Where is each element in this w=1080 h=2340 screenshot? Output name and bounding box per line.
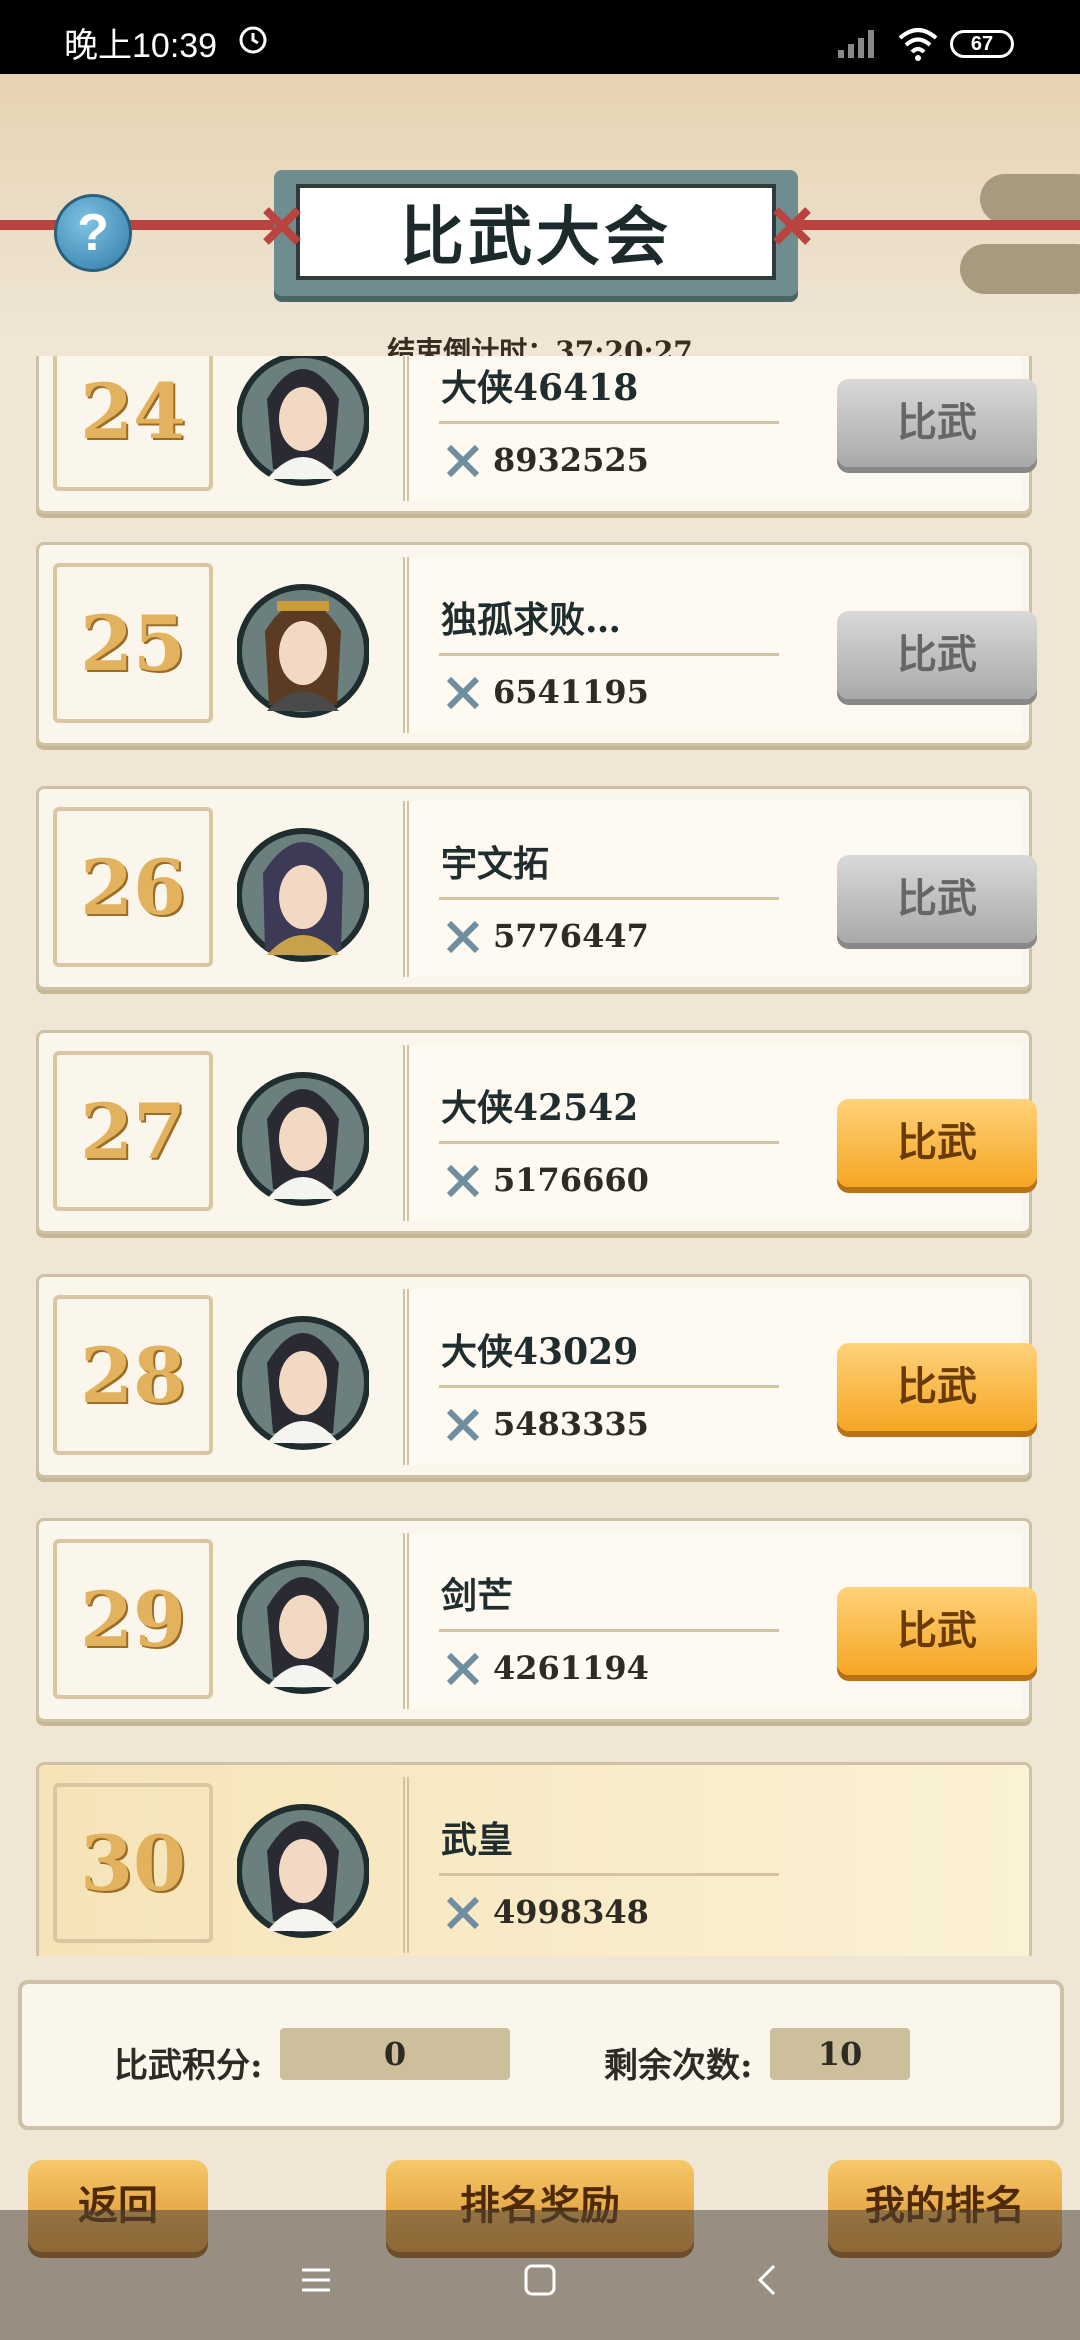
- rank-number: 30: [53, 1783, 213, 1943]
- sword-icon: [446, 444, 480, 478]
- sword-icon: [446, 920, 480, 954]
- avatar: [237, 1072, 369, 1206]
- player-name: 独孤求败…: [441, 599, 622, 641]
- back-icon[interactable]: [748, 2260, 788, 2300]
- divider: [439, 1873, 779, 1876]
- menu-icon[interactable]: [296, 2260, 336, 2300]
- header: ? 比武大会 结束倒计时：37:20:27: [0, 74, 1080, 368]
- points-value: 0: [280, 2028, 510, 2080]
- navigation-bar: [0, 2210, 1080, 2340]
- help-button[interactable]: ?: [54, 194, 132, 272]
- info-panel: 大侠43029 5483335 比武: [403, 1289, 1037, 1465]
- cloud-decoration: [960, 174, 1080, 294]
- avatar: [237, 828, 369, 962]
- status-bar: 晚上10:39 67: [0, 0, 1080, 74]
- info-panel: 大侠46418 8932525 比武: [403, 356, 1037, 501]
- divider: [439, 1385, 779, 1388]
- combat-power: 5776447: [493, 917, 649, 955]
- player-name: 大侠42542: [441, 1087, 639, 1129]
- wifi-icon: [898, 28, 938, 61]
- sword-icon: [446, 1652, 480, 1686]
- avatar: [237, 1560, 369, 1694]
- avatar: [237, 1316, 369, 1450]
- fight-button[interactable]: 比武: [837, 379, 1037, 467]
- rank-list[interactable]: 24 大侠46418 8932525 比武 25 独孤求败… 6541195 比…: [0, 356, 1080, 1956]
- avatar: [237, 584, 369, 718]
- sword-icon: [446, 676, 480, 710]
- player-name: 武皇: [441, 1819, 514, 1861]
- divider: [439, 897, 779, 900]
- rank-number: 27: [53, 1051, 213, 1211]
- info-panel: 独孤求败… 6541195 比武: [403, 557, 1037, 733]
- fight-button[interactable]: 比武: [837, 611, 1037, 699]
- status-time: 晚上10:39: [64, 27, 218, 65]
- rank-number: 28: [53, 1295, 213, 1455]
- divider: [439, 1141, 779, 1144]
- fight-button[interactable]: 比武: [837, 1587, 1037, 1675]
- rank-card-27: 27 大侠42542 5176660 比武: [36, 1030, 1037, 1234]
- title-plaque: 比武大会: [274, 170, 798, 296]
- avatar: [237, 1804, 369, 1938]
- remaining-label: 剩余次数:: [604, 2046, 753, 2086]
- fight-button[interactable]: 比武: [837, 855, 1037, 943]
- divider: [439, 1629, 779, 1632]
- info-panel: 宇文拓 5776447 比武: [403, 801, 1037, 977]
- divider: [439, 421, 779, 424]
- player-name: 剑芒: [441, 1575, 514, 1617]
- divider: [439, 653, 779, 656]
- page-title: 比武大会: [296, 184, 776, 280]
- fight-button[interactable]: 比武: [837, 1343, 1037, 1431]
- points-label: 比武积分:: [114, 2046, 263, 2086]
- combat-power: 5176660: [493, 1161, 649, 1199]
- info-panel: 武皇 4998348: [403, 1777, 1021, 1953]
- fight-button[interactable]: 比武: [837, 1099, 1037, 1187]
- rank-card-self: 30 武皇 4998348: [36, 1762, 1032, 1956]
- player-name: 宇文拓: [441, 843, 550, 885]
- player-name: 大侠43029: [441, 1331, 639, 1373]
- rank-card-26: 26 宇文拓 5776447 比武: [36, 786, 1037, 990]
- battery-indicator: 67: [950, 30, 1014, 58]
- player-name: 大侠46418: [441, 367, 639, 409]
- rank-card-24: 24 大侠46418 8932525 比武: [36, 356, 1037, 514]
- knot-icon: [263, 207, 301, 245]
- remaining-value: 10: [770, 2028, 910, 2080]
- rank-card-29: 29 剑芒 4261194 比武: [36, 1518, 1037, 1722]
- combat-power: 4261194: [493, 1649, 649, 1687]
- combat-power: 8932525: [493, 441, 649, 479]
- rank-card-25: 25 独孤求败… 6541195 比武: [36, 542, 1037, 746]
- avatar: [237, 356, 369, 486]
- stats-panel: 比武积分: 0 剩余次数: 10: [18, 1980, 1064, 2130]
- combat-power: 5483335: [493, 1405, 649, 1443]
- combat-power: 6541195: [493, 673, 649, 711]
- combat-power: 4998348: [493, 1893, 649, 1931]
- rank-number: 24: [53, 356, 213, 491]
- alarm-icon: [239, 26, 267, 54]
- info-panel: 大侠42542 5176660 比武: [403, 1045, 1037, 1221]
- rank-card-28: 28 大侠43029 5483335 比武: [36, 1274, 1037, 1478]
- info-panel: 剑芒 4261194 比武: [403, 1533, 1037, 1709]
- signal-icon: [838, 30, 874, 58]
- sword-icon: [446, 1896, 480, 1930]
- knot-icon: [773, 207, 811, 245]
- sword-icon: [446, 1164, 480, 1198]
- rank-number: 25: [53, 563, 213, 723]
- rank-number: 26: [53, 807, 213, 967]
- sword-icon: [446, 1408, 480, 1442]
- rank-number: 29: [53, 1539, 213, 1699]
- home-icon[interactable]: [520, 2260, 560, 2300]
